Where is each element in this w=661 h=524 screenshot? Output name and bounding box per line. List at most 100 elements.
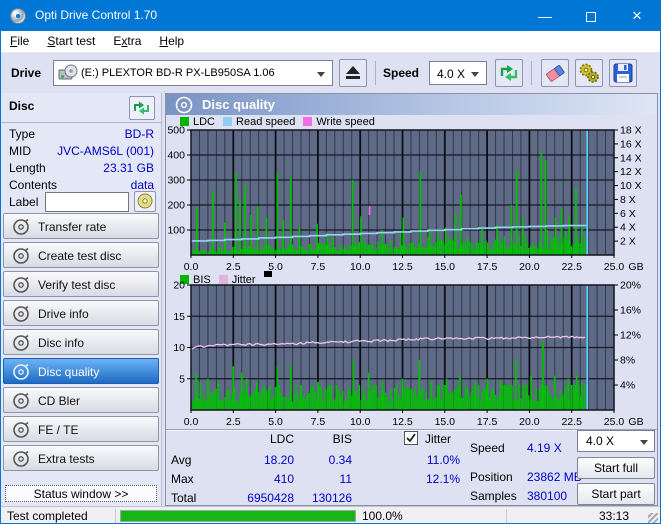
axis-tick-label: 400 [167,150,185,162]
samples-stat-value: 380100 [527,489,568,503]
field-label: Type [9,127,36,141]
axis-tick-label: 200 [167,200,185,212]
sidebar-item-create-test-disc[interactable]: Create test disc [3,242,159,268]
sidebar-item-label: Extra tests [38,452,95,466]
axis-tick-label: 7.5 [311,261,326,273]
axis-tick-label: 15.0 [435,416,456,428]
erase-disc-button[interactable] [541,59,569,87]
axis-tick-label: 2 X [620,236,636,248]
disc-field-length: Length 23.31 GB [9,161,154,177]
sidebar-item-extra-tests[interactable]: Extra tests [3,445,159,471]
disc-field-mid: MID JVC-AMS6L (001) [9,144,154,160]
status-bar: Test completed 100.0% 33:13 [1,506,660,523]
ldc-chart: 100 200 300 400 500 2 X 4 X 6 X 8 X 10 X 12 X 14 X 1… [167,126,643,273]
field-label: MID [9,144,31,158]
sidebar-item-disc-quality[interactable]: Disc quality [3,358,159,384]
eject-icon [346,66,360,79]
start-full-button[interactable]: Start full [577,457,655,479]
axis-unit-label: GB [628,416,643,428]
avg-row-label: Avg [171,453,192,467]
legend-swatch [180,117,189,126]
field-value: BD-R [124,127,154,141]
app-disc-icon [10,8,26,24]
maximize-button[interactable] [568,1,614,31]
menu-item-extra[interactable]: Extra [104,31,150,53]
total-bis: 130126 [311,491,352,505]
axis-tick-label: 5 [179,373,185,385]
speed-select-value: 4.0 X [437,67,466,81]
toolbar-separator [531,61,532,85]
sidebar-item-disc-info[interactable]: Disc info [3,329,159,355]
speed-select[interactable]: 4.0 X [429,61,487,85]
legend-swatch [223,117,233,126]
disc-panel-title: Disc [9,99,35,113]
avg-ldc: 18.20 [263,453,294,467]
minimize-button[interactable]: — [522,1,568,31]
save-icon [613,63,633,83]
progress-fill [121,511,355,521]
axis-tick-label: 12.5 [392,416,413,428]
axis-tick-label: 12% [620,330,641,342]
resize-grip[interactable] [648,513,658,523]
sidebar-item-cd-bler[interactable]: CD Bler [3,387,159,413]
disc-field-type: Type BD-R [9,127,154,143]
max-ldc: 410 [273,472,294,486]
sidebar-item-fe-te[interactable]: FE / TE [3,416,159,442]
title-bar: Opti Drive Control 1.70 — × [1,1,660,31]
disc-icon [13,305,29,322]
eject-button[interactable] [339,59,367,87]
axis-tick-label: 2.5 [226,416,241,428]
start-part-button[interactable]: Start part [577,483,655,505]
menu-item-file[interactable]: File [1,31,38,53]
chevron-down-icon [471,72,479,77]
axis-tick-label: 8% [620,355,635,367]
disc-icon [13,363,29,380]
menu-item-help[interactable]: Help [150,31,193,53]
panel-header: Disc quality [166,94,657,115]
sidebar-item-drive-info[interactable]: Drive info [3,300,159,326]
axis-tick-label: 20.0 [519,261,540,273]
disc-refresh-button[interactable] [129,96,155,120]
axis-tick-label: 20.0 [519,416,540,428]
position-stat-value: 23862 MB [527,470,582,484]
status-text: Test completed [7,509,88,523]
toolbar-separator [375,61,376,85]
close-button[interactable]: × [614,1,660,31]
drive-select-value: (E:) PLEXTOR BD-R PX-LB950SA 1.06 [81,67,275,79]
axis-tick-label: 25.0 [604,261,625,273]
max-row-label: Max [171,472,194,486]
sidebar-item-verify-test-disc[interactable]: Verify test disc [3,271,159,297]
menu-bar: File Start test Extra Help [1,31,660,53]
axis-tick-label: 25.0 [604,416,625,428]
ldc-column-header: LDC [269,432,294,446]
test-speed-select[interactable]: 4.0 X [577,430,655,452]
jitter-checkbox[interactable] [404,431,418,445]
drive-select[interactable]: (E:) PLEXTOR BD-R PX-LB950SA 1.06 [53,60,333,86]
label-browse-button[interactable] [134,191,156,212]
bis-chart: 5 10 15 20 4% 8% 12% 16% 20% 0.0 2.5 5.0 7.5 10.0 12.5… [173,281,643,428]
axis-tick-label: 8 X [620,194,636,206]
sidebar-item-label: Verify test disc [38,278,116,292]
status-window-button[interactable]: Status window >> [5,485,157,502]
menu-item-start-test[interactable]: Start test [38,31,104,53]
save-button[interactable] [609,59,637,87]
axis-tick-label: 300 [167,175,185,187]
panel-title: Disc quality [202,97,275,112]
avg-bis: 0.34 [328,453,352,467]
samples-stat-label: Samples [470,489,517,503]
sidebar-item-transfer-rate[interactable]: Transfer rate [3,213,159,239]
speed-label: Speed [383,66,420,80]
label-input[interactable] [45,192,129,212]
label-field-caption: Label [9,195,39,209]
bis-column-header: BIS [332,432,352,446]
settings-button[interactable] [575,59,603,87]
max-jitter: 12.1% [425,472,460,486]
sidebar-item-label: CD Bler [38,394,81,408]
refresh-button[interactable] [495,59,523,87]
legend-swatch [303,117,313,126]
toolbar: Drive (E:) PLEXTOR BD-R PX-LB950SA 1.06 … [1,53,660,93]
max-bis: 11 [339,472,352,486]
axis-tick-label: 4% [620,380,635,392]
axis-tick-label: 17.5 [477,261,498,273]
test-speed-value: 4.0 X [586,434,615,448]
